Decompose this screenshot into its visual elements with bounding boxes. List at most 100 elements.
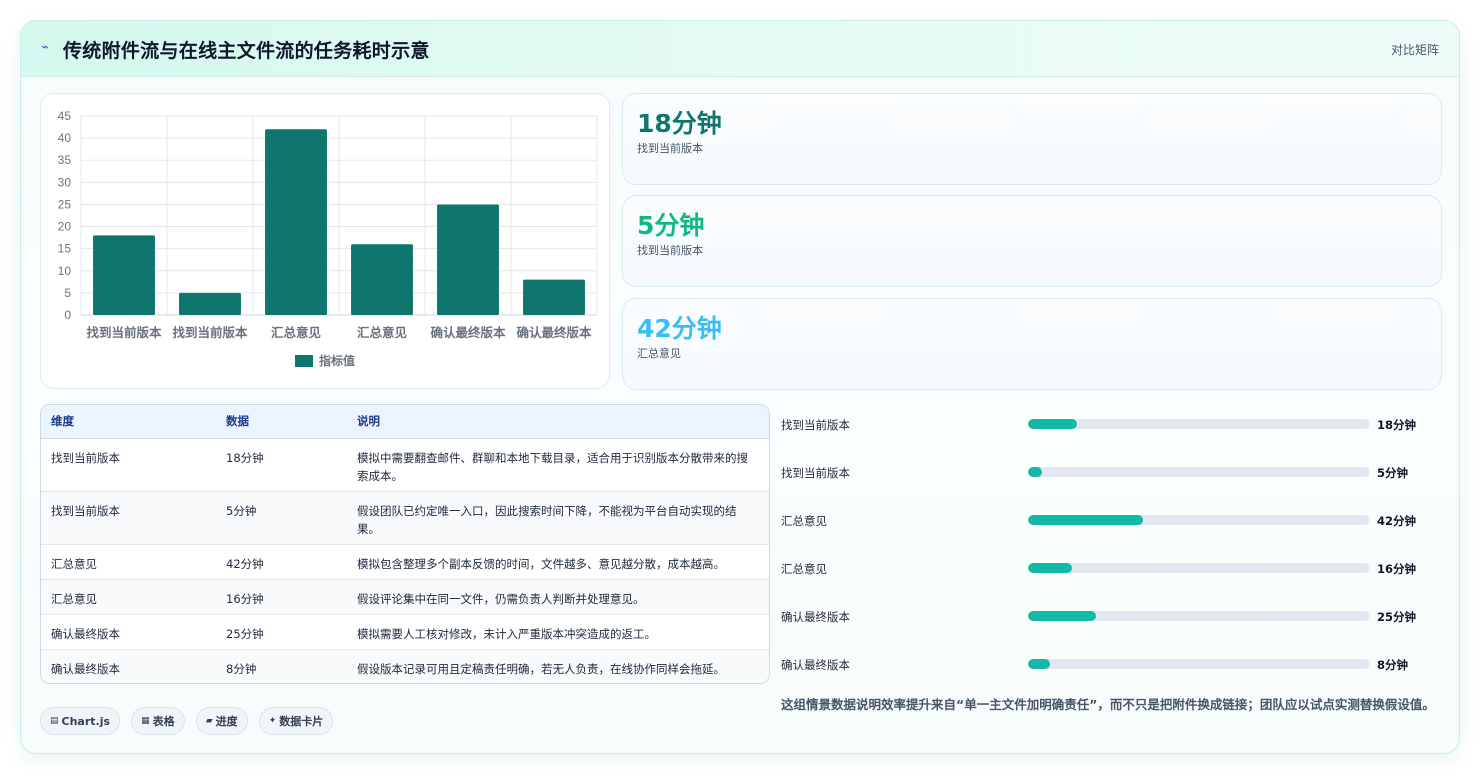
progress-row: 确认最终版本 8分钟 xyxy=(781,644,1441,692)
table-cell: 汇总意见 xyxy=(41,579,216,615)
bar xyxy=(93,235,155,315)
y-tick-label: 0 xyxy=(64,308,71,322)
x-tick-label: 确认最终版本 xyxy=(430,325,506,340)
progress-fill xyxy=(1028,611,1097,621)
tag-label: 表格 xyxy=(152,715,175,728)
table-cell: 假设评论集中在同一文件，仍需负责人判断并处理意见。 xyxy=(347,579,769,615)
y-tick-label: 10 xyxy=(58,264,72,278)
table-row: 找到当前版本 18分钟 模拟中需要翻查邮件、群聊和本地下载目录，适合用于识别版本… xyxy=(41,438,769,492)
stat-label: 找到当前版本 xyxy=(637,244,703,257)
progress-fill xyxy=(1028,467,1042,477)
progress-value: 25分钟 xyxy=(1377,610,1417,624)
tag-data-card[interactable]: ✦ 数据卡片 xyxy=(258,707,334,735)
legend-swatch xyxy=(295,355,313,367)
bar-chart-card: 0 5 10 15 20 25 30 35 40 45 找到当前版本 找到当前版本 汇总意见 汇总意见 确认… xyxy=(40,93,610,389)
x-tick-label: 汇总意见 xyxy=(271,325,322,340)
chart-icon: ▤ xyxy=(50,716,59,726)
y-tick-label: 20 xyxy=(58,220,72,234)
column-header-dimension: 维度 xyxy=(41,405,216,439)
stat-value: 5分钟 xyxy=(637,211,705,240)
y-tick-label: 25 xyxy=(58,197,72,211)
table-row: 找到当前版本 5分钟 假设团队已约定唯一入口，因此搜索时间下降，不能视为平台自动… xyxy=(41,491,769,545)
bar xyxy=(437,204,499,315)
bar xyxy=(523,279,585,315)
data-table: 维度 数据 说明 找到当前版本 18分钟 模拟中需要翻查邮件、群聊和本地下载目录… xyxy=(41,405,769,683)
column-header-data: 数据 xyxy=(216,405,347,439)
tag-table[interactable]: ▦ 表格 xyxy=(131,707,185,735)
progress-track xyxy=(1028,563,1370,573)
y-tick-label: 5 xyxy=(64,286,71,300)
progress-value: 16分钟 xyxy=(1377,562,1417,576)
table-row: 汇总意见 16分钟 假设评论集中在同一文件，仍需负责人判断并处理意见。 xyxy=(41,579,769,615)
progress-row: 汇总意见 42分钟 xyxy=(781,500,1441,548)
stat-card-2: 5分钟 找到当前版本 xyxy=(622,195,1442,287)
stat-card-1: 18分钟 找到当前版本 xyxy=(622,93,1442,185)
x-tick-label: 汇总意见 xyxy=(357,325,408,340)
progress-icon: ▰ xyxy=(205,716,213,726)
tag-list: ▤ Chart.js ▦ 表格 ▰ 进度 ✦ 数据卡片 xyxy=(40,707,339,737)
table-icon: ▦ xyxy=(141,716,150,726)
progress-value: 5分钟 xyxy=(1377,466,1409,480)
table-cell: 模拟需要人工核对修改，未计入严重版本冲突造成的返工。 xyxy=(347,614,769,650)
table-row: 确认最终版本 8分钟 假设版本记录可用且定稿责任明确，若无人负责，在线协作同样会… xyxy=(41,649,769,683)
progress-label: 确认最终版本 xyxy=(781,610,850,624)
progress-label: 确认最终版本 xyxy=(781,658,850,672)
stat-label: 汇总意见 xyxy=(637,347,681,360)
stat-card-3: 42分钟 汇总意见 xyxy=(622,298,1442,390)
page-title: 传统附件流与在线主文件流的任务耗时示意 xyxy=(63,40,430,62)
table-cell: 假设团队已约定唯一入口，因此搜索时间下降，不能视为平台自动实现的结果。 xyxy=(347,491,769,545)
bar xyxy=(265,129,327,315)
sparkle-icon: ✦ xyxy=(268,716,277,726)
y-tick-label: 15 xyxy=(58,242,72,256)
table-cell: 8分钟 xyxy=(226,661,257,676)
progress-track xyxy=(1028,659,1370,669)
progress-label: 找到当前版本 xyxy=(781,418,850,432)
data-table-card: 维度 数据 说明 找到当前版本 18分钟 模拟中需要翻查邮件、群聊和本地下载目录… xyxy=(40,404,770,684)
table-cell: 确认最终版本 xyxy=(41,614,216,650)
column-header-description: 说明 xyxy=(347,405,769,439)
progress-label: 找到当前版本 xyxy=(781,466,850,480)
table-cell: 模拟中需要翻查邮件、群聊和本地下载目录，适合用于识别版本分散带来的搜索成本。 xyxy=(347,438,769,492)
summary-note: 这组情景数据说明效率提升来自“单一主文件加明确责任”，而不只是把附件换成链接；团… xyxy=(781,697,1435,712)
table-cell: 假设版本记录可用且定稿责任明确，若无人负责，在线协作同样会拖延。 xyxy=(357,661,725,676)
table-cell: 42分钟 xyxy=(216,544,347,580)
table-cell: 模拟包含整理多个副本反馈的时间，文件越多、意见越分散，成本越高。 xyxy=(347,544,769,580)
panel-header: ⌁ 传统附件流与在线主文件流的任务耗时示意 对比矩阵 xyxy=(21,21,1459,77)
progress-fill xyxy=(1028,659,1050,669)
progress-track xyxy=(1028,419,1370,429)
progress-value: 42分钟 xyxy=(1377,514,1417,528)
bar xyxy=(179,292,241,315)
stat-value: 18分钟 xyxy=(637,109,722,138)
y-tick-label: 30 xyxy=(58,175,72,189)
tag-label: 数据卡片 xyxy=(279,715,324,728)
table-cell: 16分钟 xyxy=(216,579,347,615)
bar-chart: 0 5 10 15 20 25 30 35 40 45 找到当前版本 找到当前版本 汇总意见 汇总意见 确认… xyxy=(58,109,598,368)
progress-fill xyxy=(1028,515,1143,525)
x-tick-label: 找到当前版本 xyxy=(86,325,162,340)
progress-fill xyxy=(1028,563,1072,573)
lightning-icon: ⌁ xyxy=(41,40,49,55)
progress-row: 找到当前版本 5分钟 xyxy=(781,452,1441,500)
x-tick-label: 找到当前版本 xyxy=(172,325,248,340)
y-tick-label: 40 xyxy=(58,131,72,145)
tag-progress[interactable]: ▰ 进度 xyxy=(195,707,248,735)
comparison-matrix-label: 对比矩阵 xyxy=(1390,43,1439,57)
progress-track xyxy=(1028,467,1370,477)
tag-chartjs[interactable]: ▤ Chart.js xyxy=(40,707,121,735)
progress-track xyxy=(1028,611,1370,621)
bar xyxy=(351,244,413,315)
table-row: 确认最终版本 25分钟 模拟需要人工核对修改，未计入严重版本冲突造成的返工。 xyxy=(41,614,769,650)
progress-label: 汇总意见 xyxy=(781,562,827,576)
y-tick-label: 45 xyxy=(58,109,72,123)
tag-label: Chart.js xyxy=(61,714,111,728)
table-cell: 确认最终版本 xyxy=(51,661,120,676)
tag-label: 进度 xyxy=(215,715,238,728)
progress-row: 汇总意见 16分钟 xyxy=(781,548,1441,596)
progress-label: 汇总意见 xyxy=(781,514,827,528)
table-cell: 找到当前版本 xyxy=(41,438,216,492)
progress-row: 确认最终版本 25分钟 xyxy=(781,596,1441,644)
stat-label: 找到当前版本 xyxy=(637,142,703,155)
table-row: 汇总意见 42分钟 模拟包含整理多个副本反馈的时间，文件越多、意见越分散，成本越… xyxy=(41,544,769,580)
progress-value: 8分钟 xyxy=(1377,658,1409,672)
progress-track xyxy=(1028,515,1370,525)
